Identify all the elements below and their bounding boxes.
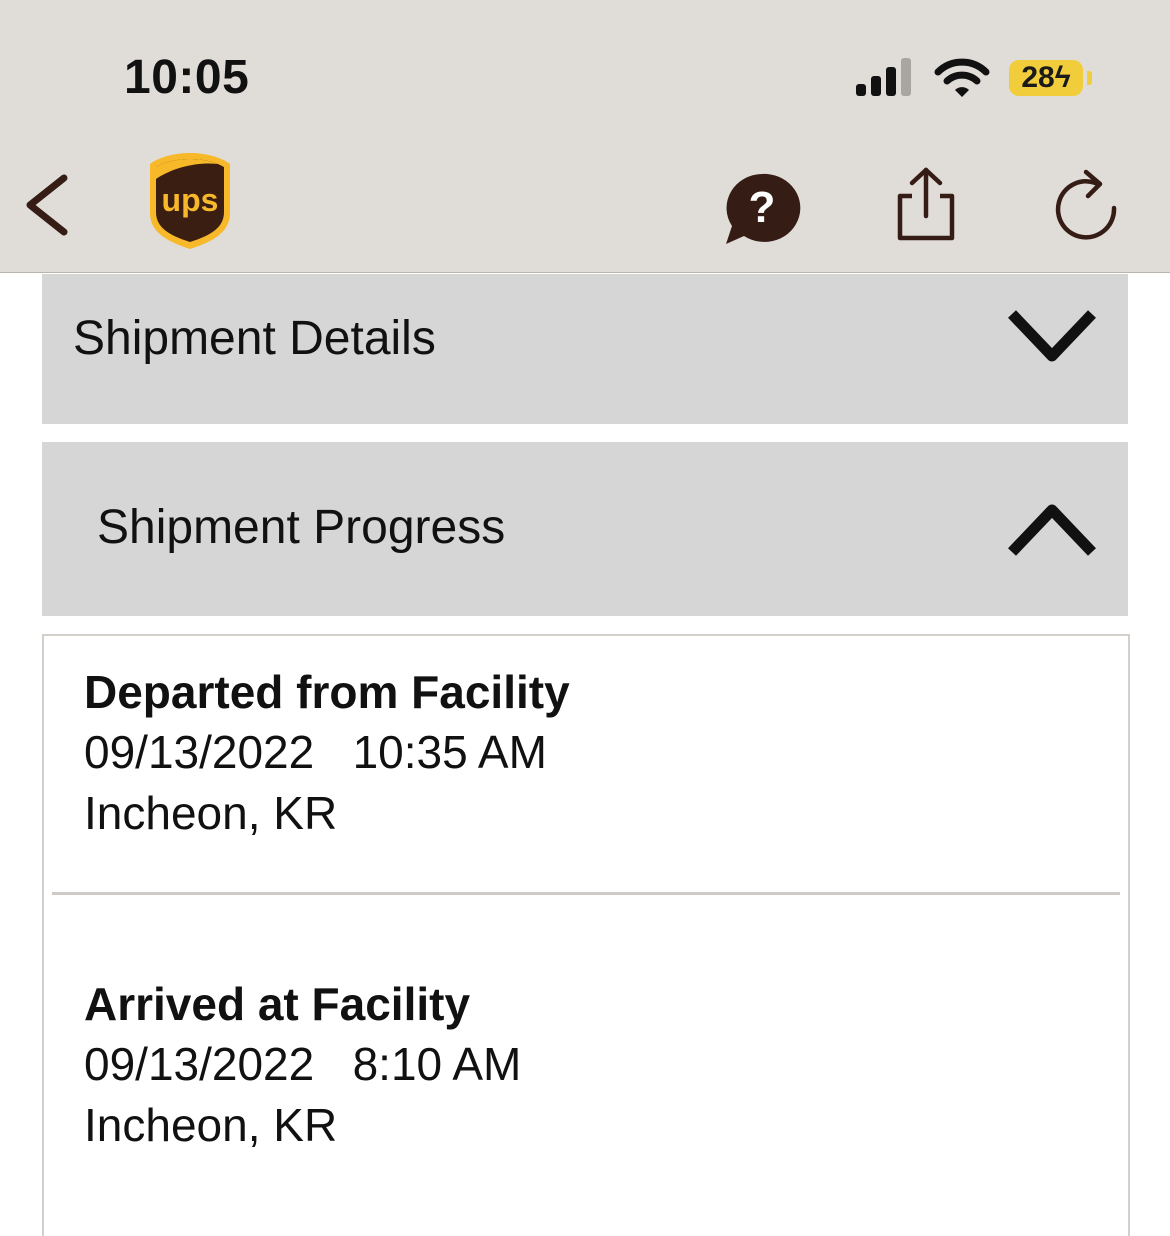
chevron-down-icon	[1008, 310, 1096, 362]
event-location: Incheon, KR	[84, 787, 338, 839]
svg-text:ups: ups	[162, 182, 219, 218]
shipment-progress-header[interactable]: Shipment Progress	[42, 442, 1128, 616]
battery-level: 28	[1021, 61, 1055, 94]
shipment-progress-list: Departed from Facility 09/13/2022 10:35 …	[42, 634, 1130, 1236]
ups-logo: ups	[150, 153, 230, 249]
cellular-signal-icon	[856, 58, 911, 96]
svg-text:?: ?	[749, 183, 776, 232]
chevron-up-icon	[1008, 504, 1096, 556]
help-button[interactable]: ?	[722, 170, 802, 246]
event-datetime: 09/13/2022 10:35 AM	[84, 722, 570, 783]
event-time: 10:35 AM	[352, 726, 547, 778]
event-time: 8:10 AM	[352, 1038, 522, 1090]
list-item: Departed from Facility 09/13/2022 10:35 …	[84, 662, 570, 844]
battery-indicator: 28ϟ	[1009, 60, 1083, 96]
refresh-button[interactable]	[1052, 168, 1122, 240]
shipment-details-header[interactable]: Shipment Details	[42, 274, 1128, 424]
wifi-icon	[934, 58, 990, 97]
shipment-progress-title: Shipment Progress	[97, 501, 506, 554]
event-datetime: 09/13/2022 8:10 AM	[84, 1034, 521, 1095]
shipment-details-title: Shipment Details	[73, 312, 436, 365]
charging-bolt-icon: ϟ	[1054, 61, 1071, 94]
event-date: 09/13/2022	[84, 1038, 315, 1090]
share-button[interactable]	[894, 166, 958, 242]
event-date: 09/13/2022	[84, 726, 315, 778]
top-app-bar: 10:05 28ϟ ups ?	[0, 0, 1170, 273]
status-time: 10:05	[124, 51, 250, 104]
back-button[interactable]	[20, 170, 76, 240]
battery-cap	[1087, 71, 1092, 85]
event-location: Incheon, KR	[84, 1099, 338, 1151]
divider	[52, 892, 1120, 895]
list-item: Arrived at Facility 09/13/2022 8:10 AM I…	[84, 974, 521, 1156]
event-status: Arrived at Facility	[84, 978, 471, 1030]
event-status: Departed from Facility	[84, 666, 570, 718]
